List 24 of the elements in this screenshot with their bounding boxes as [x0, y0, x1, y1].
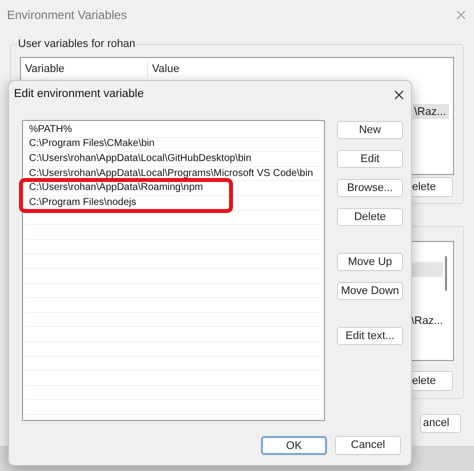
covered-button[interactable]: ancel — [420, 414, 461, 433]
window-title: Environment Variables — [7, 7, 127, 24]
action-button[interactable]: Edit — [337, 150, 403, 168]
column-header: Value — [151, 62, 180, 77]
scrollbar[interactable] — [445, 256, 447, 291]
list-item[interactable]: %PATH% — [29, 124, 72, 135]
table-cell-text: \Raz... — [411, 314, 443, 329]
close-icon[interactable] — [394, 90, 404, 100]
action-button[interactable]: Delete — [337, 208, 403, 226]
cancel-button[interactable]: Cancel — [335, 436, 401, 455]
action-button[interactable]: Move Up — [337, 253, 403, 271]
ok-button[interactable]: OK — [261, 436, 327, 455]
action-button[interactable]: New — [337, 121, 403, 139]
table-cell: \Raz... — [413, 104, 449, 119]
list-item[interactable]: C:\Users\rohan\AppData\Roaming\npm — [29, 183, 203, 194]
action-button[interactable]: Move Down — [337, 282, 403, 300]
action-button[interactable]: Browse... — [337, 179, 403, 197]
list-item[interactable]: C:\Users\rohan\AppData\Local\Programs\Microsoft VS Code\bin — [29, 168, 314, 179]
list-item[interactable]: C:\Users\rohan\AppData\Local\GitHubDesktop\bin — [29, 154, 252, 164]
action-button[interactable]: Edit text... — [337, 327, 403, 345]
column-header: Variable — [21, 60, 148, 78]
list-item[interactable]: C:\Program Files\CMake\bin — [29, 139, 155, 150]
dialog-title: Edit environment variable — [14, 86, 144, 102]
list-item[interactable]: C:\Program Files\nodejs — [29, 198, 136, 208]
